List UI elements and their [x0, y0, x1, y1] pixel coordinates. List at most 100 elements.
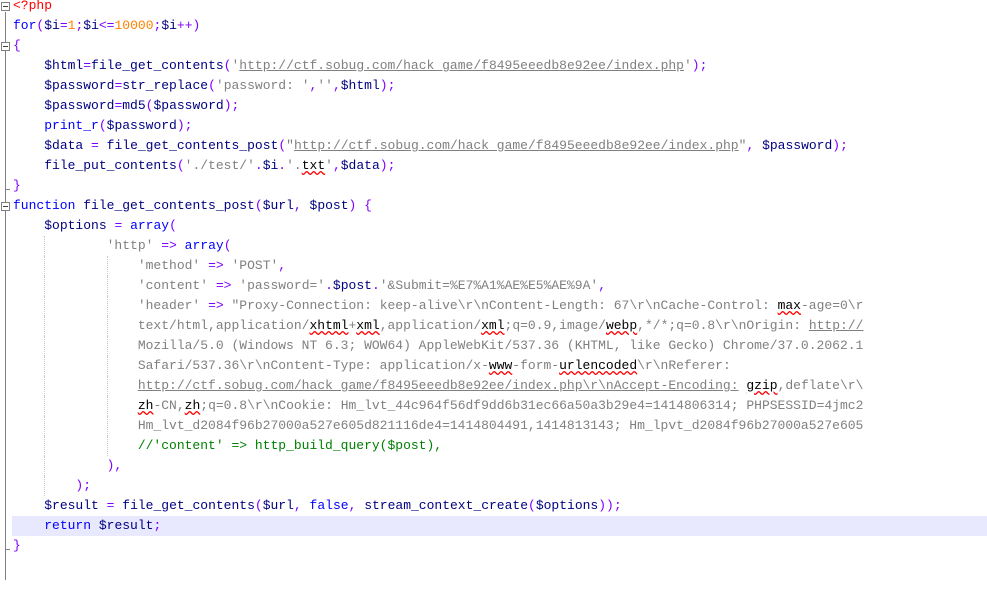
code-token: <?php: [13, 0, 53, 13]
code-line[interactable]: function file_get_contents_post($url, $p…: [12, 196, 987, 216]
code-line[interactable]: file_put_contents('./test/'.$i.'.txt',$d…: [12, 156, 987, 176]
code-token: $password: [153, 98, 224, 113]
code-token: for: [13, 18, 37, 33]
code-line[interactable]: http://ctf.sobug.com/hack_game/f8495eeed…: [12, 376, 987, 396]
indent-guide: [106, 296, 108, 316]
code-token: false: [309, 498, 349, 513]
code-line[interactable]: $html=file_get_contents('http://ctf.sobu…: [12, 56, 987, 76]
code-token: $options: [44, 218, 107, 233]
code-line[interactable]: Mozilla/5.0 (Windows NT 6.3; WOW64) Appl…: [12, 336, 987, 356]
code-area[interactable]: <?php for($i=1;$i<=10000;$i++){ $html=fil…: [12, 0, 987, 590]
indent-guide: [44, 376, 46, 396]
code-token: {: [13, 38, 21, 53]
code-token: $url: [262, 498, 294, 513]
code-line[interactable]: Safari/537.36\r\nContent-Type: applicati…: [12, 356, 987, 376]
code-token: $password: [106, 118, 177, 133]
code-token: 'content': [137, 278, 209, 293]
code-token: (: [176, 158, 185, 173]
code-line[interactable]: );: [12, 476, 987, 496]
code-line[interactable]: 'header' => "Proxy-Connection: keep-aliv…: [12, 296, 987, 316]
code-line[interactable]: 'content' => 'password='.$post.'&Submit=…: [12, 276, 987, 296]
code-token: );: [379, 158, 396, 173]
code-token: file_get_contents_post: [83, 198, 255, 213]
code-token: http://ctf.sobug.com/hack_game/f8495eeed…: [239, 58, 684, 73]
code-token: (: [254, 198, 263, 213]
fold-toggle-icon[interactable]: [1, 42, 10, 51]
code-token: $i: [83, 18, 99, 33]
code-line[interactable]: for($i=1;$i<=10000;$i++): [12, 16, 987, 36]
code-token: ': [683, 58, 692, 73]
code-token: $password: [44, 98, 115, 113]
code-line[interactable]: $password=md5($password);: [12, 96, 987, 116]
code-line[interactable]: 'method' => 'POST',: [12, 256, 987, 276]
code-token: -CN,: [153, 398, 185, 413]
indent-guide: [106, 376, 108, 396]
indent-guide: [106, 356, 108, 376]
code-line[interactable]: }: [12, 536, 987, 556]
code-line[interactable]: print_r($password);: [12, 116, 987, 136]
code-token: );: [379, 78, 396, 93]
code-token: $password: [44, 78, 115, 93]
code-line[interactable]: zh-CN,zh;q=0.8\r\nCookie: Hm_lvt_44c964f…: [12, 396, 987, 416]
code-token: $post: [332, 278, 372, 293]
code-line[interactable]: <?php: [12, 0, 987, 16]
code-token: {: [364, 198, 372, 213]
code-line[interactable]: $data = file_get_contents_post("http://c…: [12, 136, 987, 156]
fold-toggle-icon[interactable]: [1, 2, 10, 11]
code-token: =: [59, 18, 68, 33]
indent-guide: [106, 276, 108, 296]
indent-guide: [106, 316, 108, 336]
code-token: ;q=0.8\r\nCookie: Hm_lvt_44c964f56df9dd6…: [200, 398, 864, 413]
code-token: $result: [98, 518, 154, 533]
code-editor[interactable]: <?php for($i=1;$i<=10000;$i++){ $html=fil…: [0, 0, 987, 590]
code-token: ++): [176, 18, 201, 33]
code-line[interactable]: //'content' => http_build_query($post),: [12, 436, 987, 456]
code-token: ,: [598, 278, 606, 293]
code-token: -form-: [512, 358, 560, 373]
code-token: ,: [332, 78, 341, 93]
fold-end-marker: [5, 549, 10, 550]
code-token: ;: [153, 518, 162, 533]
indent-guide: [44, 296, 46, 316]
code-token: xml: [481, 318, 505, 333]
code-token: http://: [808, 318, 864, 333]
code-token: md5: [122, 98, 146, 113]
fold-toggle-icon[interactable]: [1, 202, 10, 211]
indent-guide: [44, 236, 46, 256]
indent-guide: [106, 336, 108, 356]
code-line[interactable]: {: [12, 36, 987, 56]
indent-guide: [106, 436, 108, 456]
code-token: '.: [286, 158, 302, 173]
code-line[interactable]: text/html,application/xhtml+xml,applicat…: [12, 316, 987, 336]
code-token: file_put_contents: [44, 158, 177, 173]
code-token: );: [176, 118, 193, 133]
code-line[interactable]: $password=str_replace('password: ','',$h…: [12, 76, 987, 96]
code-token: ': [325, 158, 333, 173]
code-token: Mozilla/5.0 (Windows NT 6.3; WOW64) Appl…: [137, 338, 864, 353]
code-line[interactable]: ),: [12, 456, 987, 476]
code-token: );: [832, 138, 848, 153]
code-line[interactable]: $options = array(: [12, 216, 987, 236]
code-token: $options: [535, 498, 599, 513]
code-line[interactable]: Hm_lvt_d2084f96b27000a527e605d821116de4=…: [12, 416, 987, 436]
code-line[interactable]: 'http' => array(: [12, 236, 987, 256]
code-line[interactable]: return $result;: [12, 516, 987, 536]
code-token: return: [44, 518, 92, 533]
indent-guide: [106, 256, 108, 276]
code-line[interactable]: }: [12, 176, 987, 196]
code-token: (: [278, 138, 287, 153]
code-token: www: [488, 358, 513, 373]
code-line[interactable]: $result = file_get_contents($url, false,…: [12, 496, 987, 516]
